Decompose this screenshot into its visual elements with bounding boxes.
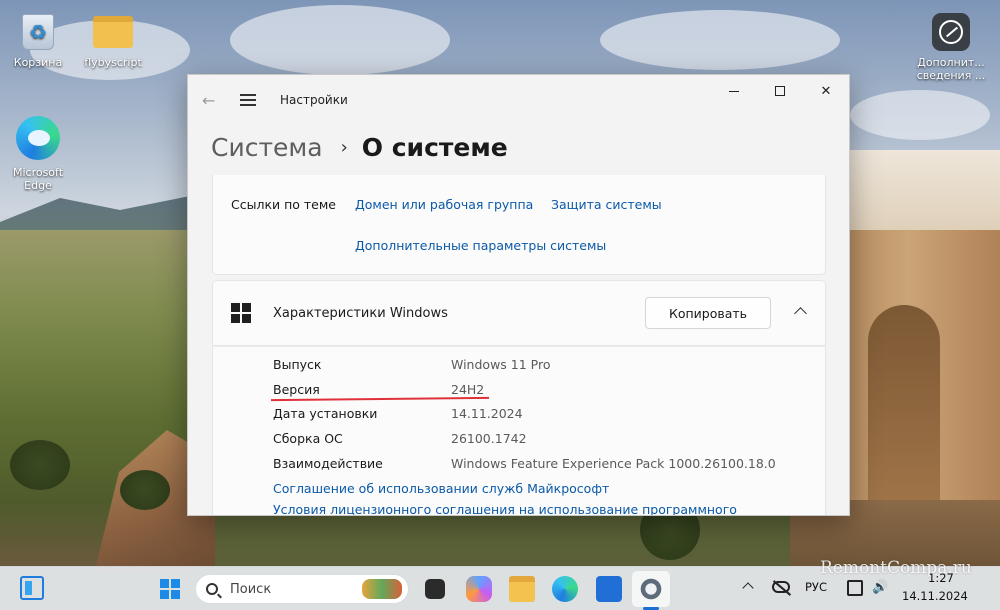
desktop-icon-more-info[interactable]: Дополнит... сведения ... — [914, 12, 988, 82]
spec-key: Выпуск — [273, 357, 322, 372]
hamburger-menu-icon[interactable] — [240, 94, 256, 106]
page-title: О системе — [361, 132, 508, 162]
breadcrumb: Система › О системе — [188, 125, 849, 169]
windows-specs-header[interactable]: Характеристики Windows Копировать — [212, 280, 826, 346]
back-arrow-icon[interactable]: ← — [202, 91, 222, 110]
breadcrumb-parent[interactable]: Система — [211, 133, 323, 162]
store-icon[interactable] — [596, 576, 622, 602]
windows-specs-title: Характеристики Windows — [273, 305, 448, 321]
settings-window: ← Настройки ✕ Система › О системе Ссылки… — [187, 74, 850, 516]
onedrive-offline-icon[interactable] — [772, 581, 790, 593]
wallpaper-tree — [120, 470, 170, 510]
desktop-icon-edge[interactable]: Microsoft Edge — [6, 114, 70, 192]
tray-overflow-chevron-icon[interactable] — [742, 582, 754, 594]
cloud — [230, 5, 450, 75]
desktop-icon-label: Дополнит... сведения ... — [916, 56, 986, 82]
search-highlight-image — [362, 579, 402, 599]
desktop-icon-label: flybyscript — [84, 56, 142, 69]
start-button[interactable] — [160, 579, 180, 599]
wallpaper-tree — [10, 440, 70, 490]
link-advanced-system-settings[interactable]: Дополнительные параметры системы — [355, 238, 606, 253]
window-title: Настройки — [280, 93, 348, 107]
language-indicator[interactable]: РУС — [805, 580, 827, 594]
info-app-icon — [932, 13, 970, 51]
settings-content: Ссылки по теме Домен или рабочая группа … — [212, 175, 826, 515]
network-icon[interactable] — [847, 580, 863, 596]
taskbar-search[interactable]: Поиск — [195, 574, 409, 604]
volume-icon[interactable]: 🔊 — [872, 580, 888, 595]
cloud — [600, 10, 840, 70]
link-ms-services-agreement[interactable]: Соглашение об использовании служб Майкро… — [273, 481, 609, 496]
title-bar[interactable]: ← Настройки ✕ — [188, 75, 849, 125]
desktop-icon-label: Корзина — [13, 56, 63, 69]
chevron-right-icon: › — [340, 136, 348, 158]
related-links-label: Ссылки по теме — [231, 197, 336, 212]
copilot-icon[interactable] — [466, 576, 492, 602]
settings-gear-icon[interactable] — [638, 576, 664, 602]
spec-key: Дата установки — [273, 406, 378, 421]
desktop-icon-recycle-bin[interactable]: ♻ Корзина — [6, 12, 70, 69]
copy-button[interactable]: Копировать — [645, 297, 771, 329]
edge-taskbar-icon[interactable] — [552, 576, 578, 602]
close-icon: ✕ — [820, 83, 832, 99]
spec-key: Взаимодействие — [273, 456, 383, 471]
spec-row-experience: Взаимодействие Windows Feature Experienc… — [273, 456, 776, 476]
windows-logo-icon — [231, 303, 251, 323]
task-view-icon[interactable] — [425, 579, 445, 599]
cloud — [850, 90, 990, 140]
spec-row-edition: Выпуск Windows 11 Pro — [273, 357, 550, 377]
minimize-button[interactable] — [711, 75, 757, 107]
search-icon — [206, 583, 218, 595]
widgets-icon[interactable] — [20, 576, 44, 600]
link-domain-workgroup[interactable]: Домен или рабочая группа — [355, 197, 533, 212]
desktop-icon-label: Microsoft Edge — [12, 166, 64, 192]
spec-row-install-date: Дата установки 14.11.2024 — [273, 406, 523, 426]
spec-value: Windows 11 Pro — [451, 357, 551, 372]
maximize-button[interactable] — [757, 75, 803, 107]
search-placeholder: Поиск — [230, 581, 272, 597]
folder-icon — [93, 16, 133, 48]
spec-key: Сборка ОС — [273, 431, 343, 446]
maximize-icon — [775, 86, 785, 96]
file-explorer-icon[interactable] — [509, 576, 535, 602]
chevron-up-icon[interactable] — [794, 307, 807, 320]
spec-value: 26100.1742 — [451, 431, 527, 446]
edge-icon — [16, 116, 60, 160]
link-system-protection[interactable]: Защита системы — [551, 197, 662, 212]
watermark: RemontCompa.ru — [820, 558, 972, 578]
link-license-terms[interactable]: Условия лицензионного соглашения на испо… — [273, 502, 737, 515]
spec-value: 14.11.2024 — [451, 406, 523, 421]
minimize-icon — [729, 90, 739, 92]
spec-value: Windows Feature Experience Pack 1000.261… — [451, 456, 776, 471]
desktop-icon-flybyscript[interactable]: flybyscript — [81, 12, 145, 69]
recycle-bin-icon: ♻ — [22, 14, 54, 50]
windows-specs-body: Выпуск Windows 11 Pro Версия 24H2 Дата у… — [212, 346, 826, 515]
spec-row-os-build: Сборка ОС 26100.1742 — [273, 431, 527, 451]
close-button[interactable]: ✕ — [803, 75, 849, 107]
related-links-card: Ссылки по теме Домен или рабочая группа … — [212, 175, 826, 275]
wallpaper-bridge-arch — [868, 305, 940, 505]
clock-date[interactable]: 14.11.2024 — [902, 589, 968, 603]
